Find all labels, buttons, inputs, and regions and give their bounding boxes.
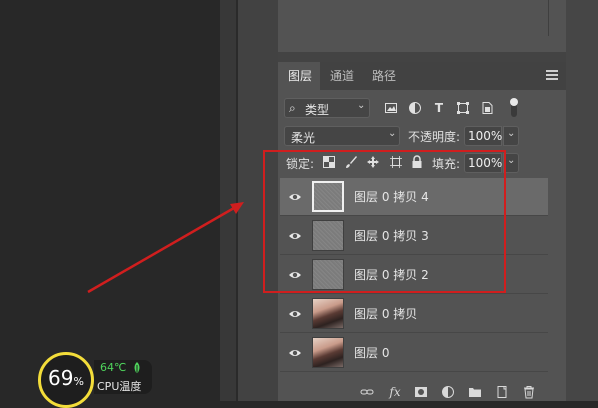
leaf-icon [134, 362, 140, 374]
cpu-temperature: 64℃ [100, 361, 127, 374]
cpu-usage-value: 69% [48, 366, 84, 390]
annotation-arrow-icon [87, 202, 244, 294]
cpu-temperature-label: CPU温度 [97, 380, 142, 393]
